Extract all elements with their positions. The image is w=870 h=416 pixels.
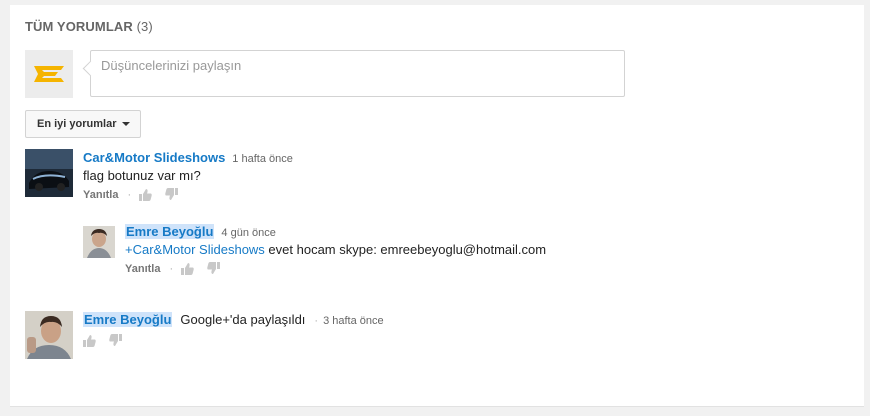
reply-author[interactable]: Emre Beyoğlu [125, 224, 215, 239]
share-placeholder: Düşüncelerinizi paylaşın [101, 58, 242, 73]
sort-dropdown-button[interactable]: En iyi yorumlar [25, 110, 142, 138]
sort-label: En iyi yorumlar [37, 118, 117, 130]
section-title-text: TÜM YORUMLAR [25, 19, 133, 34]
share-post-actions [83, 334, 135, 347]
thumbs-down-icon[interactable] [207, 262, 221, 275]
comments-panel: TÜM YORUMLAR (3) Düşüncelerinizi paylaşı… [10, 5, 864, 407]
current-user-avatar [25, 50, 73, 98]
reply-header: Emre Beyoğlu 4 gün önce [125, 224, 276, 239]
reply-button[interactable]: Yanıtla [125, 263, 160, 275]
share-post-text: Google+'da paylaşıldı [180, 312, 306, 327]
caret-down-icon [122, 122, 131, 126]
separator: · [169, 262, 174, 275]
share-input[interactable]: Düşüncelerinizi paylaşın [90, 50, 625, 97]
reply-time[interactable]: 4 gün önce [221, 227, 275, 239]
reply-text: +Car&Motor Slideshows evet hocam skype: … [125, 242, 546, 257]
thumbs-up-icon[interactable] [83, 334, 96, 347]
thumbs-down-icon[interactable] [165, 188, 179, 201]
share-post-avatar[interactable] [25, 311, 73, 359]
comment-time[interactable]: 1 hafta önce [232, 153, 293, 165]
thumbs-up-icon[interactable] [139, 188, 152, 201]
separator: · [127, 188, 132, 201]
avatar[interactable] [25, 149, 73, 197]
reply-mention[interactable]: +Car&Motor Slideshows [125, 242, 265, 257]
separator: · [314, 315, 319, 327]
comment-count: (3) [136, 19, 153, 34]
comment-header: Car&Motor Slideshows 1 hafta önce [83, 150, 293, 165]
reply-avatar[interactable] [83, 226, 115, 258]
comment-author[interactable]: Car&Motor Slideshows [83, 150, 225, 165]
share-post-author[interactable]: Emre Beyoğlu [83, 312, 173, 327]
share-post-header: Emre Beyoğlu Google+'da paylaşıldı · 3 haft… [83, 312, 384, 327]
reply-body: evet hocam skype: emreebeyoglu@hotmail.c… [264, 242, 547, 257]
reply-button[interactable]: Yanıtla [83, 189, 118, 201]
comment-actions: Yanıtla · [83, 188, 191, 201]
share-post-time[interactable]: 3 hafta önce [323, 315, 384, 327]
comment-text: flag botunuz var mı? [83, 168, 201, 183]
reply-actions: Yanıtla · [125, 262, 233, 275]
thumbs-up-icon[interactable] [181, 262, 194, 275]
logo-icon [34, 66, 64, 82]
section-title: TÜM YORUMLAR (3) [25, 19, 153, 34]
thumbs-down-icon[interactable] [109, 334, 122, 347]
